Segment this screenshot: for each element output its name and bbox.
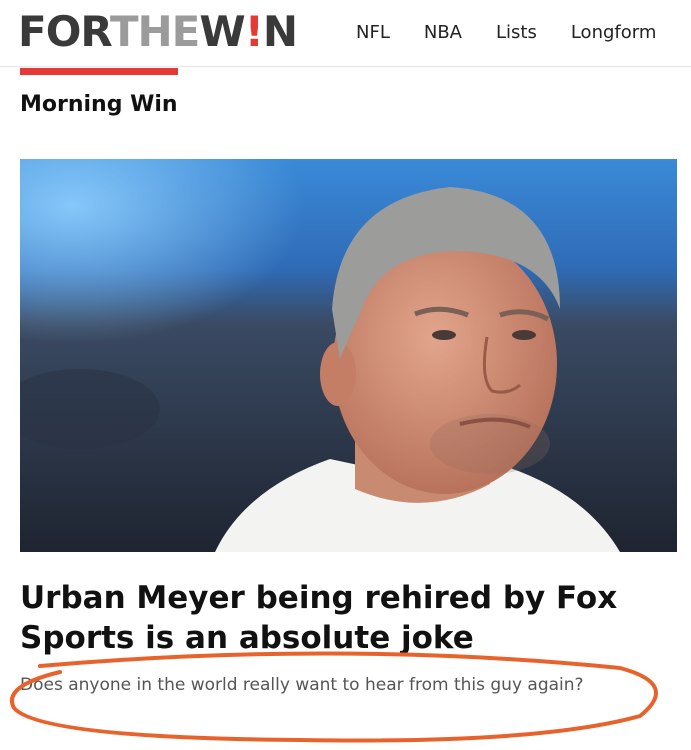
nav-lists[interactable]: Lists bbox=[496, 22, 537, 43]
article-dek: Does anyone in the world really want to … bbox=[20, 675, 584, 695]
logo-part-the: THE bbox=[109, 7, 200, 56]
logo-part-n: N bbox=[262, 7, 298, 56]
section-accent-bar bbox=[20, 68, 178, 75]
site-header: FORTHEW!N NFL NBA Lists Longform bbox=[0, 0, 691, 67]
nav-longform[interactable]: Longform bbox=[571, 22, 657, 43]
logo-part-w: W bbox=[199, 7, 245, 56]
nav-nfl[interactable]: NFL bbox=[356, 22, 390, 43]
section-label[interactable]: Morning Win bbox=[20, 92, 178, 117]
hero-image[interactable] bbox=[20, 159, 677, 552]
article-headline[interactable]: Urban Meyer being rehired by Fox Sports … bbox=[20, 578, 660, 658]
main-nav: NFL NBA Lists Longform bbox=[356, 22, 656, 43]
hero-photo-illustration bbox=[20, 159, 677, 552]
site-logo[interactable]: FORTHEW!N bbox=[18, 7, 298, 56]
logo-part-bang: ! bbox=[244, 7, 264, 56]
nav-nba[interactable]: NBA bbox=[424, 22, 462, 43]
hand-drawn-circle-annotation bbox=[10, 651, 658, 743]
logo-part-for: FOR bbox=[18, 7, 111, 56]
